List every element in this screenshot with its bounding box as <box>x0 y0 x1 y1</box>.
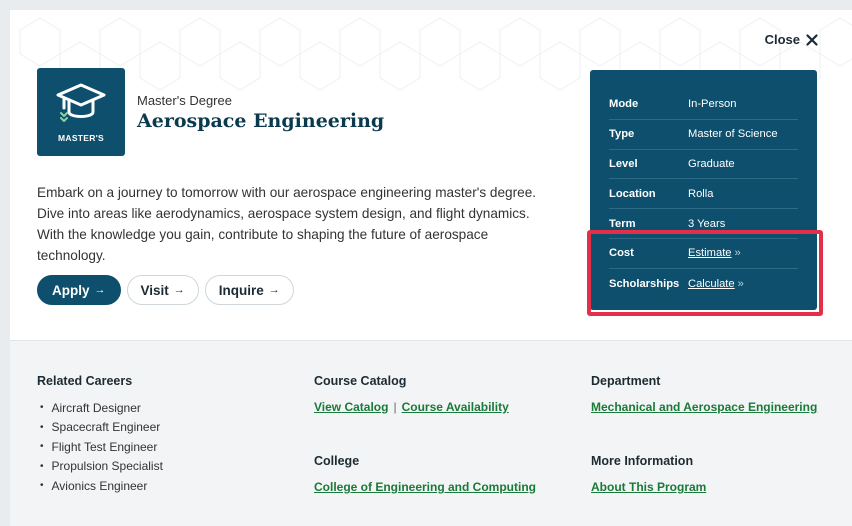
more-information-heading: More Information <box>591 454 694 468</box>
close-icon <box>806 33 818 46</box>
degree-type: Master's Degree <box>137 93 232 108</box>
apply-button[interactable]: Apply → <box>37 275 121 305</box>
view-catalog-link[interactable]: View Catalog <box>314 400 388 414</box>
info-row-type: Type Master of Science <box>609 120 798 150</box>
department-column: Department Mechanical and Aerospace Engi… <box>591 374 817 416</box>
info-value: Rolla <box>688 187 714 200</box>
college-link[interactable]: College of Engineering and Computing <box>314 480 536 494</box>
info-key: Mode <box>609 98 639 111</box>
course-availability-link[interactable]: Course Availability <box>402 400 509 414</box>
info-row-scholarships: Scholarships Calculate» <box>609 269 798 299</box>
arrow-right-icon: → <box>173 284 185 296</box>
info-value: Estimate» <box>688 247 741 259</box>
inquire-button[interactable]: Inquire → <box>204 275 294 305</box>
about-program-link[interactable]: About This Program <box>591 480 706 494</box>
degree-badge: MASTER'S <box>37 68 125 156</box>
info-value: Master of Science <box>688 128 778 141</box>
close-label: Close <box>764 32 800 47</box>
inquire-label: Inquire <box>218 282 264 298</box>
list-item: Propulsion Specialist <box>37 457 163 477</box>
info-key: Term <box>609 217 636 230</box>
info-key: Level <box>609 157 638 170</box>
college-heading: College <box>314 454 360 468</box>
estimate-link[interactable]: Estimate <box>688 247 732 259</box>
visit-label: Visit <box>140 282 169 298</box>
program-details-section: Related Careers Aircraft Designer Spacec… <box>10 340 852 526</box>
college-column: College College of Engineering and Compu… <box>314 454 536 496</box>
info-key: Scholarships <box>609 277 680 290</box>
program-info-card: Mode In-Person Type Master of Science Le… <box>590 70 817 310</box>
department-link[interactable]: Mechanical and Aerospace Engineering <box>591 400 817 414</box>
list-item: Avionics Engineer <box>37 476 163 496</box>
related-careers-list: Aircraft Designer Spacecraft Engineer Fl… <box>37 398 163 496</box>
info-value: In-Person <box>688 98 737 111</box>
info-row-mode: Mode In-Person <box>609 90 798 120</box>
program-title: Aerospace Engineering <box>137 110 385 132</box>
department-heading: Department <box>591 374 661 388</box>
apply-label: Apply <box>52 282 90 298</box>
course-catalog-column: Course Catalog View Catalog | Course Avail… <box>314 374 509 416</box>
list-item: Flight Test Engineer <box>37 437 163 457</box>
close-button[interactable]: Close <box>765 32 818 47</box>
info-key: Type <box>609 128 635 141</box>
info-row-location: Location Rolla <box>609 179 798 210</box>
program-modal: Close MASTER'S Master's Degree Aerospace… <box>10 10 852 526</box>
info-row-term: Term 3 Years <box>609 209 798 239</box>
more-glyph: » <box>737 277 744 290</box>
course-catalog-heading: Course Catalog <box>314 374 407 388</box>
info-key: Location <box>609 187 656 200</box>
info-value: Graduate <box>688 157 735 170</box>
arrow-right-icon: → <box>268 284 280 296</box>
link-separator: | <box>393 400 397 414</box>
info-row-cost: Cost Estimate» <box>609 239 798 269</box>
action-buttons: Apply → Visit → Inquire → <box>37 275 294 305</box>
more-glyph: » <box>734 247 741 260</box>
program-description: Embark on a journey to tomorrow with our… <box>37 185 537 263</box>
info-value: 3 Years <box>688 217 726 230</box>
graduation-cap-icon <box>56 83 106 122</box>
arrow-right-icon: → <box>94 284 106 296</box>
related-careers-heading: Related Careers <box>37 374 133 388</box>
list-item: Aircraft Designer <box>37 398 163 418</box>
visit-button[interactable]: Visit → <box>126 275 199 305</box>
related-careers-column: Related Careers Aircraft Designer Spacec… <box>37 374 163 496</box>
badge-label: MASTER'S <box>58 133 104 143</box>
info-row-level: Level Graduate <box>609 150 798 180</box>
calculate-link[interactable]: Calculate <box>688 278 735 290</box>
more-information-column: More Information About This Program <box>591 454 706 496</box>
list-item: Spacecraft Engineer <box>37 418 163 438</box>
info-key: Cost <box>609 247 634 260</box>
info-value: Calculate» <box>688 278 744 290</box>
